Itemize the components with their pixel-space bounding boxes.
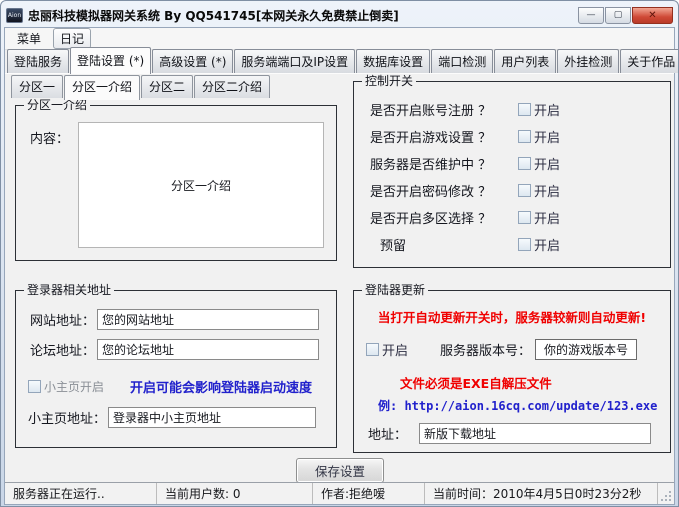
switch-question: 是否开启密码修改 ？ <box>370 181 518 200</box>
website-input[interactable] <box>97 309 319 330</box>
group-zone1-intro: 分区一介绍 内容： 分区一介绍 <box>15 105 337 261</box>
register-checkbox[interactable] <box>518 103 531 116</box>
subtab-zone2[interactable]: 分区二 <box>141 75 193 98</box>
switch-row-password-change: 是否开启密码修改 ？ 开启 <box>354 177 670 204</box>
subtab-zone2-intro[interactable]: 分区二介绍 <box>194 75 270 98</box>
tab-plugin-check[interactable]: 外挂检测 <box>557 49 619 73</box>
on-label: 开启 <box>534 100 560 119</box>
update-warning-row: 当打开自动更新开关时，服务器较新则自动更新! <box>354 307 670 326</box>
switch-row-multi-zone: 是否开启多区选择 ？ 开启 <box>354 204 670 231</box>
file-note-row: 文件必须是EXE自解压文件 <box>400 373 552 392</box>
minipage-addr-label: 小主页地址： <box>28 408 106 427</box>
on-label: 开启 <box>534 181 560 200</box>
minimize-icon[interactable]: — <box>578 7 604 24</box>
title-bar: Aion 忠丽科技模拟器网关系统 By QQ541745[本网关永久免费禁止倒卖… <box>4 3 675 27</box>
window-title: 忠丽科技模拟器网关系统 By QQ541745[本网关永久免费禁止倒卖] <box>28 7 572 24</box>
tab-database-settings[interactable]: 数据库设置 <box>356 49 430 73</box>
example-row: 例: http://aion.16cq.com/update/123.exe <box>378 397 657 414</box>
update-addr-row: 地址： <box>368 423 651 444</box>
tab-about[interactable]: 关于作品 <box>620 49 679 73</box>
group-title: 控制开关 <box>362 74 416 88</box>
on-label: 开启 <box>534 235 560 254</box>
tab-advanced-settings[interactable]: 高级设置 (*) <box>152 49 233 73</box>
app-window: Aion 忠丽科技模拟器网关系统 By QQ541745[本网关永久免费禁止倒卖… <box>0 0 679 507</box>
group-title: 登录器相关地址 <box>24 283 114 297</box>
tab-page: 分区一 分区一介绍 分区二 分区二介绍 分区一介绍 内容： 分区一介绍 控制开关… <box>5 73 674 482</box>
status-current-time: 当前时间：2010年4月5日0时23分2秒 <box>425 483 658 504</box>
multi-zone-checkbox[interactable] <box>518 211 531 224</box>
tab-server-port-ip[interactable]: 服务端端口及IP设置 <box>234 49 355 73</box>
website-label: 网站地址： <box>30 310 95 329</box>
update-enable-checkbox[interactable] <box>366 343 379 356</box>
on-label: 开启 <box>534 208 560 227</box>
tab-login-settings[interactable]: 登陆设置 (*) <box>70 47 151 74</box>
subtab-zone1-intro[interactable]: 分区一介绍 <box>64 75 140 100</box>
forum-input[interactable] <box>97 339 319 360</box>
password-change-checkbox[interactable] <box>518 184 531 197</box>
tab-user-list[interactable]: 用户列表 <box>494 49 556 73</box>
close-icon[interactable]: ✕ <box>632 7 673 24</box>
resize-grip-icon[interactable] <box>658 483 674 504</box>
tab-port-check[interactable]: 端口检测 <box>431 49 493 73</box>
version-label: 服务器版本号： <box>440 340 531 359</box>
switch-row-game-settings: 是否开启游戏设置 ？ 开启 <box>354 123 670 150</box>
switch-question: 服务器是否维护中 ？ <box>370 154 518 173</box>
zone1-intro-textarea[interactable]: 分区一介绍 <box>78 122 324 248</box>
on-label: 开启 <box>534 154 560 173</box>
subtab-zone1[interactable]: 分区一 <box>11 75 63 98</box>
example-url: 例: http://aion.16cq.com/update/123.exe <box>378 397 657 414</box>
minipage-row: 小主页开启 开启可能会影响登陆器启动速度 <box>28 377 312 396</box>
client-area: 菜单 日记 登陆服务 登陆设置 (*) 高级设置 (*) 服务端端口及IP设置 … <box>4 27 675 505</box>
reserved-checkbox[interactable] <box>518 238 531 251</box>
website-row: 网站地址： <box>30 309 319 330</box>
forum-row: 论坛地址： <box>30 339 319 360</box>
minipage-addr-row: 小主页地址： <box>28 407 316 428</box>
app-icon: Aion <box>6 8 23 23</box>
window-controls: — ▢ ✕ <box>578 7 673 24</box>
update-enable-label: 开启 <box>382 340 408 359</box>
group-control-switches: 控制开关 是否开启账号注册 ？ 开启 是否开启游戏设置 ？ 开启 服务器是否维护… <box>353 81 671 268</box>
group-title: 分区一介绍 <box>24 98 90 112</box>
update-addr-input[interactable] <box>419 423 651 444</box>
switch-question: 预留 <box>370 235 518 254</box>
switch-row-register: 是否开启账号注册 ？ 开启 <box>354 96 670 123</box>
maintenance-checkbox[interactable] <box>518 157 531 170</box>
game-settings-checkbox[interactable] <box>518 130 531 143</box>
update-warning: 当打开自动更新开关时，服务器较新则自动更新! <box>378 307 646 326</box>
version-input[interactable] <box>535 339 637 360</box>
group-launcher-addresses: 登录器相关地址 网站地址： 论坛地址： 小主页开启 开启可能会影响登陆器启动速度… <box>15 290 337 448</box>
status-bar: 服务器正在运行.. 当前用户数: 0 作者:拒绝嗳 当前时间：2010年4月5日… <box>5 482 674 504</box>
save-settings-button[interactable]: 保存设置 <box>296 458 384 483</box>
status-user-count: 当前用户数: 0 <box>157 483 313 504</box>
content-label: 内容： <box>30 128 69 147</box>
on-label: 开启 <box>534 127 560 146</box>
menu-item-riji[interactable]: 日记 <box>53 28 91 49</box>
menu-item-caidan[interactable]: 菜单 <box>11 29 47 48</box>
minipage-checkbox-label: 小主页开启 <box>44 378 104 395</box>
minipage-checkbox[interactable] <box>28 380 41 393</box>
sub-tab-bar: 分区一 分区一介绍 分区二 分区二介绍 <box>11 75 271 98</box>
version-row: 开启 服务器版本号： <box>366 339 637 360</box>
group-launcher-update: 登陆器更新 当打开自动更新开关时，服务器较新则自动更新! 开启 服务器版本号： … <box>353 290 671 453</box>
file-note: 文件必须是EXE自解压文件 <box>400 373 552 392</box>
minipage-addr-input[interactable] <box>108 407 316 428</box>
switch-row-maintenance: 服务器是否维护中 ？ 开启 <box>354 150 670 177</box>
status-server-running: 服务器正在运行.. <box>5 483 157 504</box>
switch-question: 是否开启多区选择 ？ <box>370 208 518 227</box>
update-addr-label: 地址： <box>368 424 407 443</box>
status-author: 作者:拒绝嗳 <box>313 483 425 504</box>
group-title: 登陆器更新 <box>362 283 428 297</box>
tab-login-service[interactable]: 登陆服务 <box>7 49 69 73</box>
forum-label: 论坛地址： <box>30 340 95 359</box>
maximize-icon[interactable]: ▢ <box>605 7 631 24</box>
switch-question: 是否开启游戏设置 ？ <box>370 127 518 146</box>
minipage-hint: 开启可能会影响登陆器启动速度 <box>130 377 312 396</box>
main-tab-bar: 登陆服务 登陆设置 (*) 高级设置 (*) 服务端端口及IP设置 数据库设置 … <box>5 50 674 73</box>
switch-row-reserved: 预留 开启 <box>354 231 670 258</box>
switch-question: 是否开启账号注册 ？ <box>370 100 518 119</box>
